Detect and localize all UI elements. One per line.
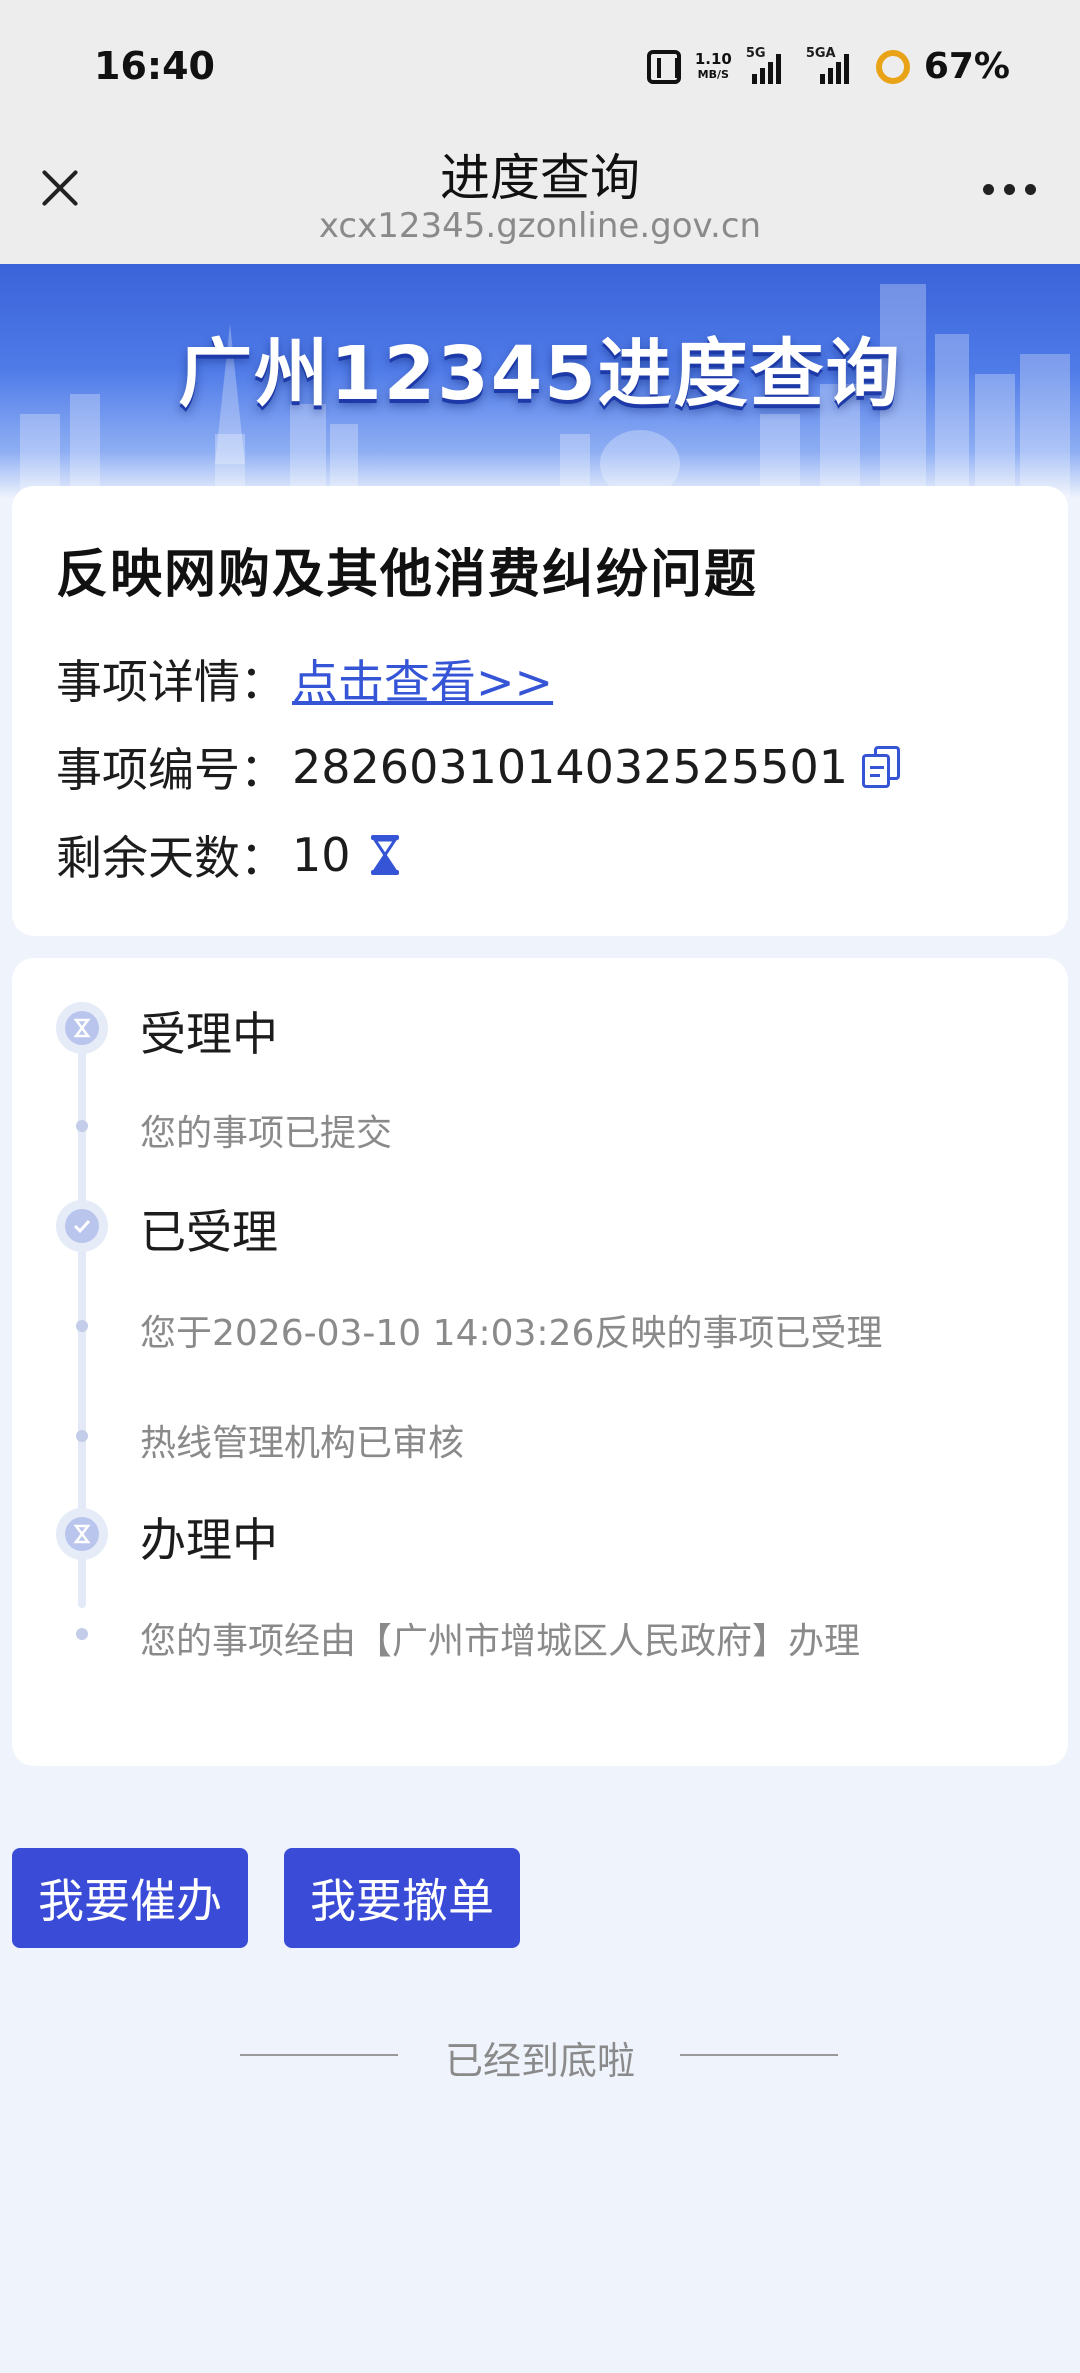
end-of-list-text: 已经到底啦 [444, 2039, 635, 2083]
case-heading: 反映网购及其他消费纠纷问题 [56, 545, 759, 605]
status-time: 16:40 [94, 44, 215, 88]
remaining-days-row: 剩余天数： 10 [56, 822, 401, 888]
divider-right [680, 2054, 838, 2056]
nav-bar: 进度查询 xcx12345.gzonline.gov.cn [0, 128, 1080, 264]
timeline-item-text: 您的事项经由【广州市增城区人民政府】办理 [140, 1621, 861, 1662]
signal-5g-icon: 5G [746, 46, 792, 84]
case-info-card: 反映网购及其他消费纠纷问题 事项详情： 点击查看>> 事项编号： 2826031… [12, 486, 1068, 936]
battery-percent: 67% [923, 46, 1010, 87]
timeline-node-hourglass-icon [56, 1508, 108, 1560]
timeline-stage-title: 已受理 [140, 1205, 278, 1259]
signal-5ga-label: 5GA [805, 45, 836, 61]
timeline-dot [76, 1628, 88, 1640]
withdraw-button[interactable]: 我要撤单 [284, 1848, 520, 1948]
urge-button[interactable]: 我要催办 [12, 1848, 248, 1948]
banner: 广州12345进度查询 [0, 264, 1080, 498]
signal-5g-label: 5G [745, 45, 766, 61]
remaining-days-value: 10 [292, 828, 351, 882]
timeline-item-text: 您于2026-03-10 14:03:26反映的事项已受理 [140, 1313, 883, 1354]
status-bar: 16:40 1.10 MB/S 5G 5GA 67% [0, 0, 1080, 128]
timeline-dot [76, 1430, 88, 1442]
nfc-icon [646, 49, 681, 84]
timeline-item-text: 热线管理机构已审核 [140, 1423, 465, 1464]
timeline-stage-title: 受理中 [140, 1007, 278, 1061]
timeline-item-text: 您的事项已提交 [140, 1113, 393, 1154]
timeline-node-hourglass-icon [56, 1002, 108, 1054]
case-number-value: 2826031014032525501 [292, 740, 849, 794]
banner-title: 广州12345进度查询 [178, 331, 902, 417]
hourglass-icon [370, 835, 399, 875]
detail-label: 事项详情： [56, 655, 286, 709]
case-number-label: 事项编号： [56, 743, 286, 797]
status-icons: 1.10 MB/S 5G 5GA 67% [646, 46, 1010, 87]
battery-icon [875, 49, 910, 84]
timeline-stage-title: 办理中 [140, 1513, 278, 1567]
timeline-dot [76, 1120, 88, 1132]
remaining-days-label: 剩余天数： [56, 831, 286, 885]
timeline-node-check-icon [56, 1200, 108, 1252]
copy-icon[interactable] [862, 746, 902, 788]
signal-5ga-icon: 5GA [806, 46, 862, 84]
network-speed: 1.10 MB/S [695, 51, 732, 83]
page-url: xcx12345.gzonline.gov.cn [318, 206, 762, 246]
timeline-dot [76, 1320, 88, 1332]
more-options-icon[interactable] [983, 184, 1036, 195]
case-number-row: 事项编号： 2826031014032525501 [56, 734, 902, 800]
detail-row: 事项详情： 点击查看>> [56, 646, 553, 712]
network-speed-value: 1.10 [694, 49, 732, 68]
network-speed-unit: MB/S [697, 67, 729, 81]
progress-timeline-card: 受理中 您的事项已提交 已受理 您于2026-03-10 14:03:26反映的… [12, 958, 1068, 1766]
page-title: 进度查询 [440, 149, 640, 207]
detail-link[interactable]: 点击查看>> [292, 646, 553, 712]
